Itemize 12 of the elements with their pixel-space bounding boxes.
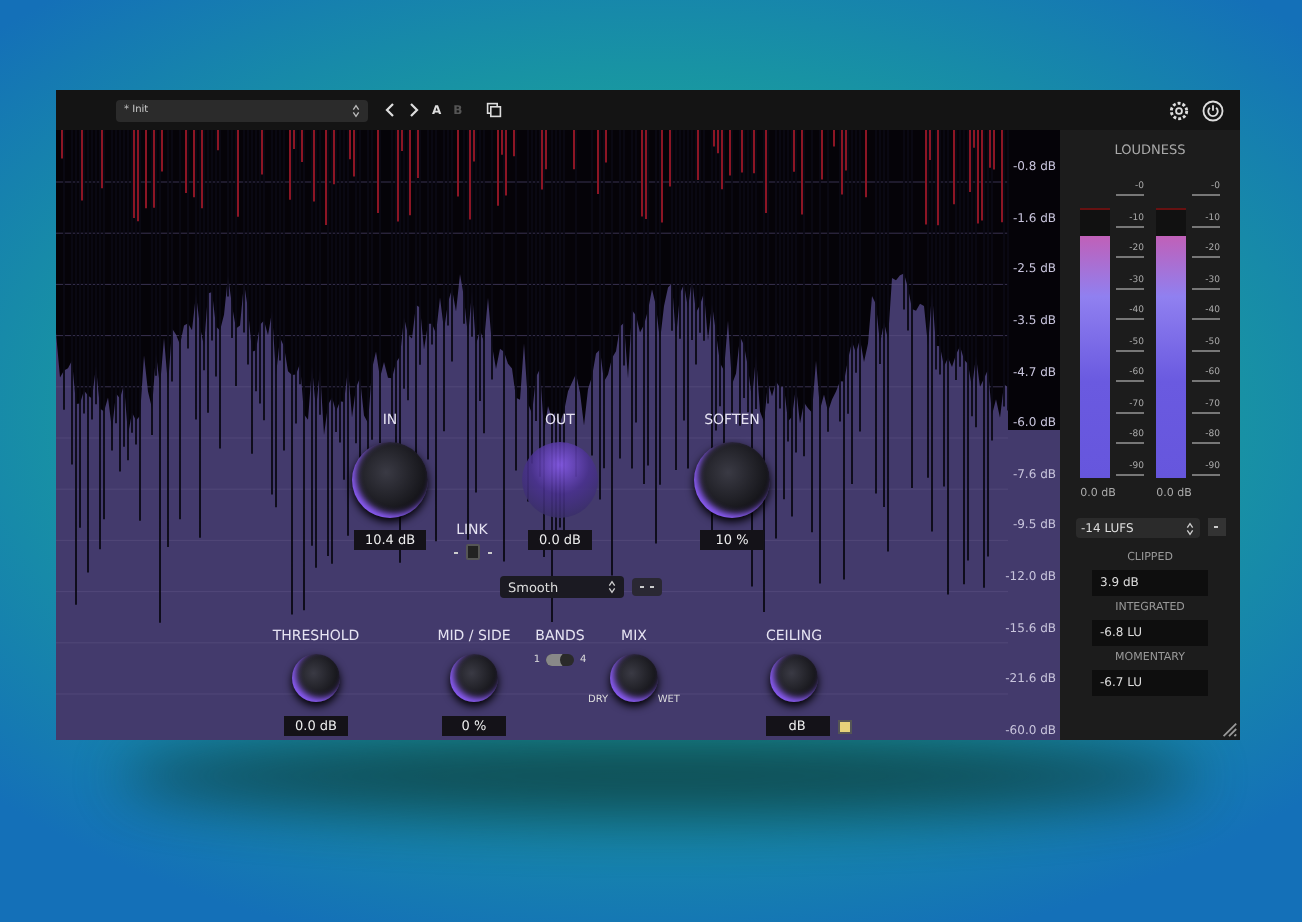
- next-icon[interactable]: [408, 102, 420, 118]
- updown-icon: [1185, 521, 1193, 535]
- power-icon[interactable]: [1202, 99, 1224, 121]
- updown-icon: [352, 103, 360, 117]
- settings-icon[interactable]: [1168, 99, 1190, 121]
- option-button[interactable]: [1207, 518, 1225, 536]
- previous-icon[interactable]: [384, 102, 396, 118]
- resize-grip-icon[interactable]: [1220, 720, 1238, 738]
- stepper-button[interactable]: [632, 578, 662, 596]
- bands-switch[interactable]: [546, 654, 574, 666]
- copy-icon[interactable]: [486, 102, 503, 118]
- updown-icon: [608, 580, 616, 594]
